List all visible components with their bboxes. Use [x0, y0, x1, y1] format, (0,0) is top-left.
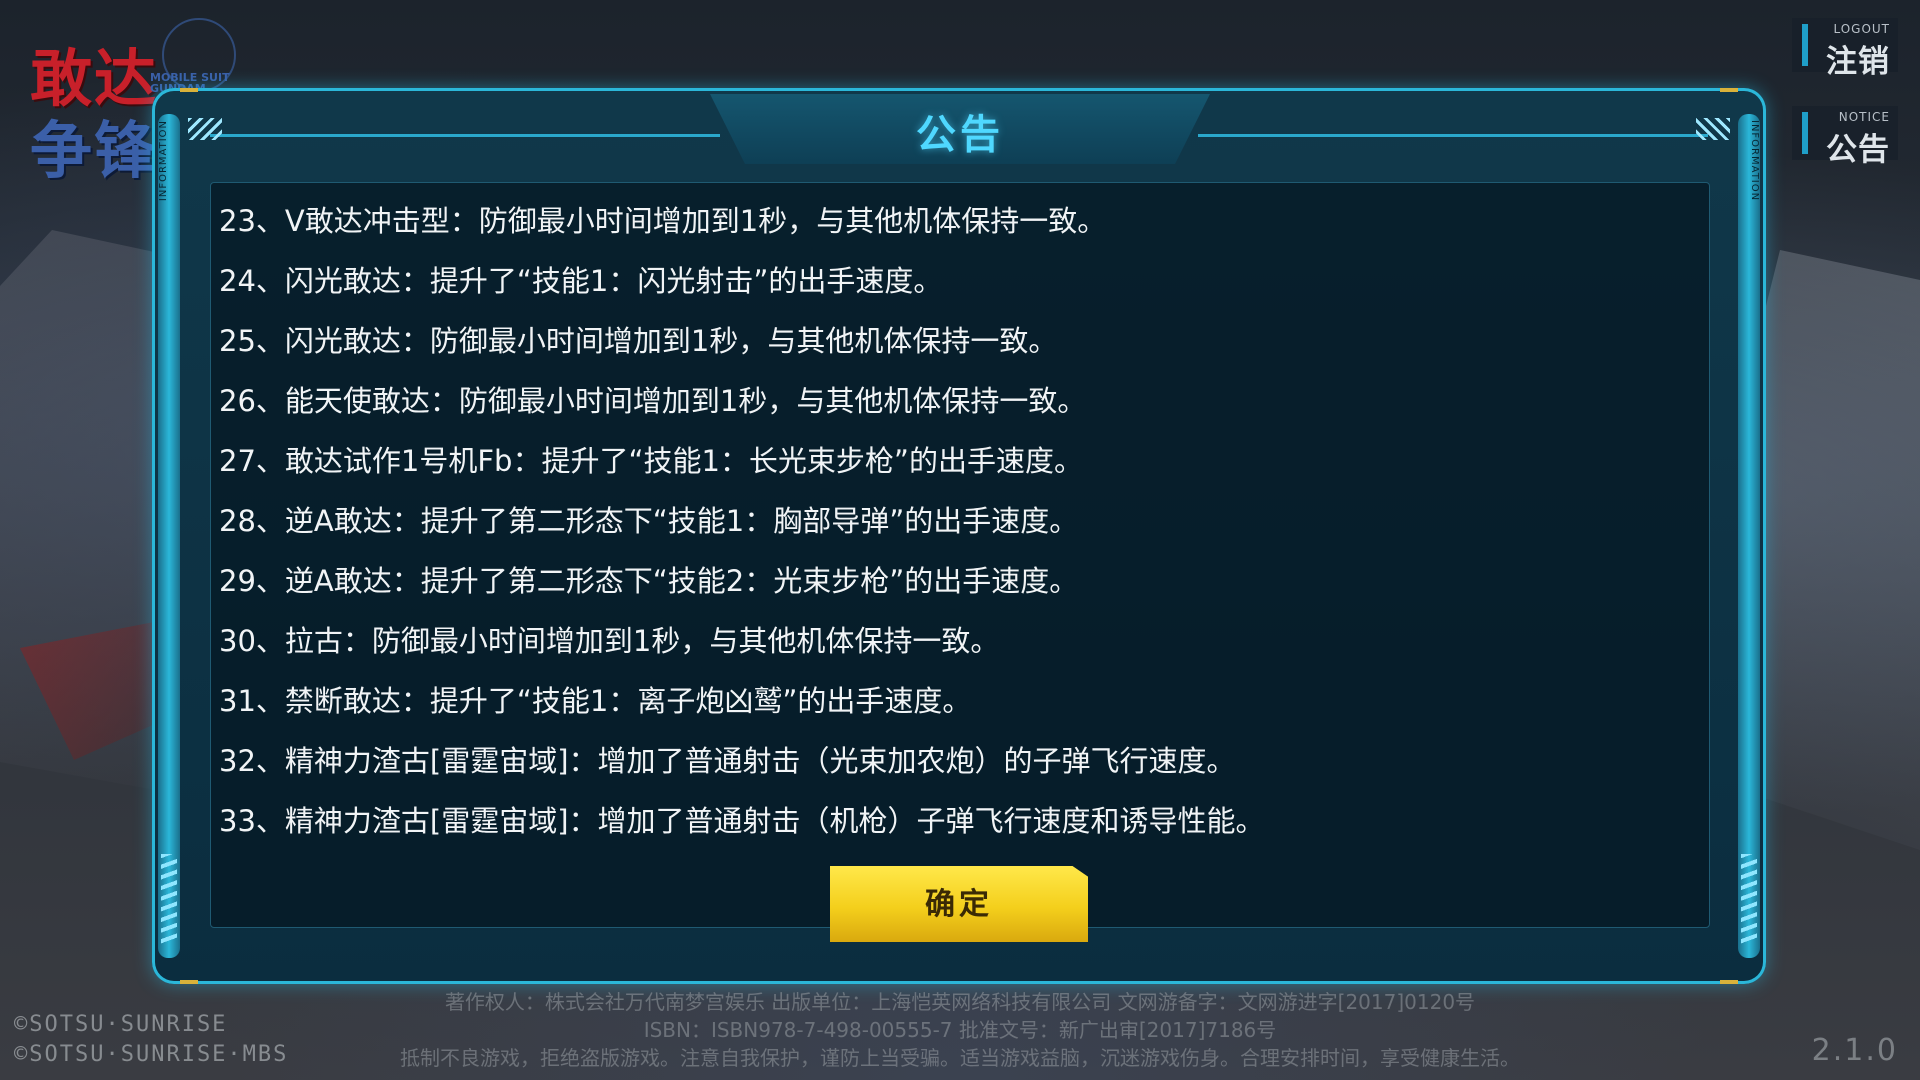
notice-line: 30、拉古：防御最小时间增加到1秒，与其他机体保持一致。	[219, 624, 1000, 658]
game-screen: 敢达 争锋 MOBILE SUIT GUNDAM LOGOUT 注销 NOTIC…	[0, 0, 1920, 1080]
dialog-title: 公告	[916, 112, 1004, 158]
notice-line: 33、精神力渣古[雷霆宙域]：增加了普通射击（机枪）子弹飞行速度和诱导性能。	[219, 804, 1265, 838]
notice-line: 29、逆A敢达：提升了第二形态下“技能2：光束步枪”的出手速度。	[219, 564, 1079, 598]
logo-title-line2: 争锋	[30, 114, 159, 187]
header-slash-left-icon	[188, 118, 222, 140]
notice-line: 32、精神力渣古[雷霆宙域]：增加了普通射击（光束加农炮）的子弹飞行速度。	[219, 744, 1236, 778]
panel-rail-right	[1738, 114, 1760, 958]
logout-button[interactable]: LOGOUT 注销	[1792, 18, 1898, 80]
copyright-sunrise-mbs: ©SOTSU·SUNRISE·MBS	[14, 1042, 289, 1067]
notice-label-zh: 公告	[1826, 132, 1890, 168]
panel-rail-left	[158, 114, 180, 958]
rail-label-right: INFORMATION	[1749, 120, 1760, 202]
notice-line: 31、禁断敢达：提升了“技能1：离子炮凶鹫”的出手速度。	[219, 684, 972, 718]
announcement-content[interactable]: 23、V敢达冲击型：防御最小时间增加到1秒，与其他机体保持一致。 24、闪光敢达…	[210, 182, 1710, 928]
rail-stripes-right	[1741, 854, 1757, 944]
header-slash-right-icon	[1696, 118, 1730, 140]
header-line-right	[1198, 134, 1708, 137]
notice-line: 27、敢达试作1号机Fb：提升了“技能1：长光束步枪”的出手速度。	[219, 444, 1083, 478]
announcement-dialog: INFORMATION INFORMATION 公告 23、V敢达冲击型：防御最…	[152, 88, 1766, 984]
notice-line: 26、能天使敢达：防御最小时间增加到1秒，与其他机体保持一致。	[219, 384, 1087, 418]
dialog-header: 公告	[180, 94, 1738, 168]
corner-accent-br	[1720, 980, 1738, 984]
footer-copyright-info: 著作权人：株式会社万代南梦宫娱乐 出版单位：上海恺英网络科技有限公司 文网游备字…	[444, 990, 1476, 1014]
logout-label-zh: 注销	[1826, 44, 1890, 80]
header-line-left	[210, 134, 720, 137]
corner-accent-tl	[180, 88, 198, 92]
notice-accent-bar	[1802, 112, 1808, 154]
logout-label-en: LOGOUT	[1833, 22, 1890, 36]
notice-label-en: NOTICE	[1838, 110, 1890, 124]
corner-accent-bl	[180, 980, 198, 984]
confirm-button[interactable]: 确定	[830, 866, 1088, 942]
corner-accent-tr	[1720, 88, 1738, 92]
notice-button[interactable]: NOTICE 公告	[1792, 106, 1898, 168]
version-label: 2.1.0	[1811, 1033, 1898, 1068]
footer-isbn-info: ISBN：ISBN978-7-498-00555-7 批准文号：新广出审[201…	[643, 1018, 1277, 1042]
rail-stripes-left	[161, 854, 177, 944]
notice-line: 28、逆A敢达：提升了第二形态下“技能1：胸部导弹”的出手速度。	[219, 504, 1079, 538]
notice-line: 24、闪光敢达：提升了“技能1：闪光射击”的出手速度。	[219, 264, 943, 298]
rail-label-left: INFORMATION	[158, 120, 169, 202]
copyright-sunrise: ©SOTSU·SUNRISE	[14, 1012, 228, 1037]
notice-line: 23、V敢达冲击型：防御最小时间增加到1秒，与其他机体保持一致。	[219, 204, 1107, 238]
logout-accent-bar	[1802, 24, 1808, 66]
confirm-button-label: 确定	[925, 888, 993, 921]
notice-line: 25、闪光敢达：防御最小时间增加到1秒，与其他机体保持一致。	[219, 324, 1058, 358]
